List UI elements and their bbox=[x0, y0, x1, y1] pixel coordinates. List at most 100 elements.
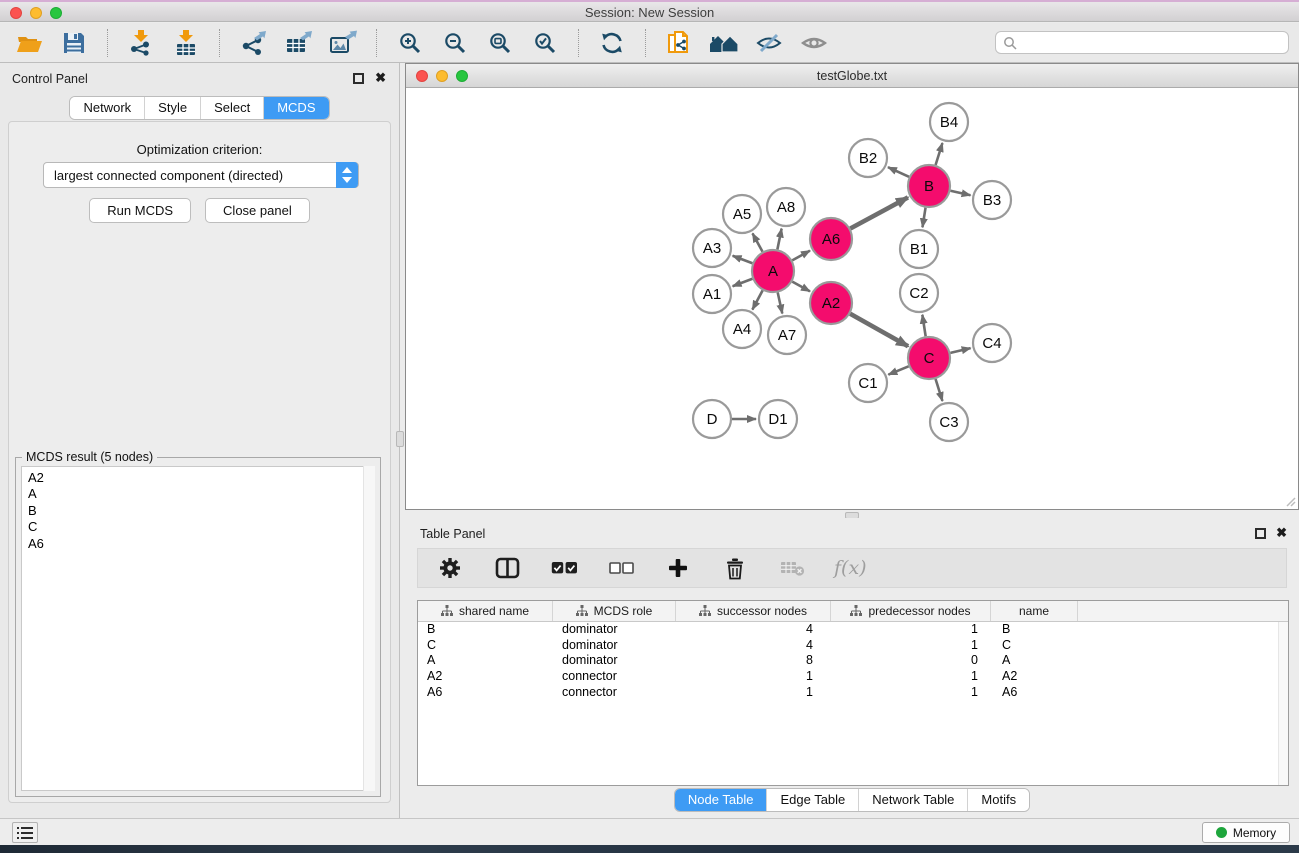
task-history-button[interactable] bbox=[12, 822, 38, 843]
float-panel-icon[interactable] bbox=[353, 73, 364, 84]
network-canvas[interactable]: B4B2BB3A8A5A6A3B1AA1C2A2A4A7C4CC1DD1C3 bbox=[407, 89, 1297, 508]
table-row[interactable]: Cdominator41C bbox=[418, 638, 1288, 654]
column-header-name[interactable]: name bbox=[991, 601, 1078, 621]
table-cell[interactable]: 4 bbox=[676, 622, 831, 638]
tab-mcds[interactable]: MCDS bbox=[263, 97, 328, 119]
table-cell[interactable]: A2 bbox=[991, 669, 1078, 685]
mcds-result-item[interactable]: C bbox=[22, 519, 374, 535]
import-table-icon[interactable] bbox=[171, 27, 201, 59]
graph-edge-A-A1[interactable] bbox=[733, 279, 753, 286]
column-header-predecessor-nodes[interactable]: predecessor nodes bbox=[831, 601, 991, 621]
table-cell[interactable]: connector bbox=[553, 685, 676, 701]
gear-icon[interactable] bbox=[435, 552, 465, 584]
table-scrollbar[interactable] bbox=[1278, 622, 1288, 785]
tab-node-table[interactable]: Node Table bbox=[675, 789, 767, 811]
mcds-result-item[interactable]: A bbox=[22, 486, 374, 502]
table-cell[interactable]: C bbox=[418, 638, 553, 654]
graph-edge-A-A8[interactable] bbox=[777, 229, 781, 250]
zoom-fit-icon[interactable] bbox=[485, 27, 515, 59]
graph-edge-B-B3[interactable] bbox=[950, 191, 970, 195]
table-cell[interactable]: B bbox=[991, 622, 1078, 638]
table-cell[interactable]: 8 bbox=[676, 653, 831, 669]
splitter-handle-vertical[interactable] bbox=[396, 431, 404, 447]
trash-icon[interactable] bbox=[720, 552, 750, 584]
table-cell[interactable]: 1 bbox=[831, 638, 991, 654]
graph-edge-C-C4[interactable] bbox=[950, 348, 970, 353]
zoom-selected-icon[interactable] bbox=[530, 27, 560, 59]
graph-edge-C-C1[interactable] bbox=[888, 366, 908, 374]
table-cell[interactable]: 1 bbox=[831, 622, 991, 638]
zoom-out-icon[interactable] bbox=[440, 27, 470, 59]
table-row[interactable]: Bdominator41B bbox=[418, 622, 1288, 638]
graph-edge-A-A7[interactable] bbox=[778, 292, 783, 313]
tab-select[interactable]: Select bbox=[200, 97, 263, 119]
close-panel-icon[interactable]: ✖ bbox=[375, 70, 386, 86]
table-cell[interactable]: dominator bbox=[553, 653, 676, 669]
select-all-checkboxes-icon[interactable] bbox=[549, 552, 579, 584]
open-session-from-file-icon[interactable] bbox=[664, 27, 694, 59]
run-mcds-button[interactable]: Run MCDS bbox=[89, 198, 191, 223]
float-table-panel-icon[interactable] bbox=[1255, 528, 1266, 539]
graph-edge-B-B2[interactable] bbox=[888, 167, 909, 177]
graph-edge-A-A2[interactable] bbox=[792, 282, 810, 292]
graph-edge-A2-C[interactable] bbox=[850, 314, 908, 346]
table-cell[interactable]: 1 bbox=[676, 685, 831, 701]
refresh-icon[interactable] bbox=[597, 27, 627, 59]
table-cell[interactable]: A6 bbox=[991, 685, 1078, 701]
graph-edge-A-A5[interactable] bbox=[753, 233, 763, 251]
graph-edge-B-B1[interactable] bbox=[922, 208, 925, 228]
table-cell[interactable]: A2 bbox=[418, 669, 553, 685]
optimization-criterion-select[interactable]: largest connected component (directed) bbox=[43, 162, 359, 188]
column-header-successor-nodes[interactable]: successor nodes bbox=[676, 601, 831, 621]
graph-edge-A-A3[interactable] bbox=[733, 256, 753, 263]
graph-edge-C-C3[interactable] bbox=[936, 379, 943, 401]
table-cell[interactable]: connector bbox=[553, 669, 676, 685]
tab-network-table[interactable]: Network Table bbox=[858, 789, 967, 811]
show-network-eye-icon[interactable] bbox=[799, 27, 829, 59]
table-cell[interactable]: 1 bbox=[831, 669, 991, 685]
table-row[interactable]: A6connector11A6 bbox=[418, 685, 1288, 701]
column-header-shared-name[interactable]: shared name bbox=[418, 601, 553, 621]
zoom-in-icon[interactable] bbox=[395, 27, 425, 59]
graph-edge-A6-B[interactable] bbox=[850, 197, 908, 228]
home-view-icon[interactable] bbox=[709, 27, 739, 59]
graph-edge-A-A6[interactable] bbox=[792, 251, 810, 261]
graph-edge-C-C2[interactable] bbox=[922, 315, 925, 337]
column-header-mcds-role[interactable]: MCDS role bbox=[553, 601, 676, 621]
tab-motifs[interactable]: Motifs bbox=[967, 789, 1029, 811]
column-selector-icon[interactable] bbox=[492, 552, 522, 584]
graph-edge-A-A4[interactable] bbox=[752, 290, 762, 309]
export-network-icon[interactable] bbox=[238, 27, 268, 59]
table-row[interactable]: Adominator80A bbox=[418, 653, 1288, 669]
delete-table-icon[interactable] bbox=[777, 552, 807, 584]
table-cell[interactable]: 1 bbox=[831, 685, 991, 701]
mcds-result-list[interactable]: A2ABCA6 bbox=[21, 466, 375, 791]
mcds-result-item[interactable]: A2 bbox=[22, 467, 374, 486]
hide-network-eye-icon[interactable] bbox=[754, 27, 784, 59]
add-row-plus-icon[interactable] bbox=[663, 552, 693, 584]
import-network-icon[interactable] bbox=[126, 27, 156, 59]
mcds-result-item[interactable]: B bbox=[22, 503, 374, 519]
search-input[interactable] bbox=[1017, 36, 1288, 50]
mcds-result-item[interactable]: A6 bbox=[22, 536, 374, 552]
close-panel-button[interactable]: Close panel bbox=[205, 198, 310, 223]
table-cell[interactable]: 1 bbox=[676, 669, 831, 685]
close-table-panel-icon[interactable]: ✖ bbox=[1276, 525, 1287, 541]
table-cell[interactable]: A6 bbox=[418, 685, 553, 701]
table-cell[interactable]: 4 bbox=[676, 638, 831, 654]
tab-edge-table[interactable]: Edge Table bbox=[766, 789, 858, 811]
tab-style[interactable]: Style bbox=[144, 97, 200, 119]
memory-button[interactable]: Memory bbox=[1202, 822, 1290, 843]
table-cell[interactable]: dominator bbox=[553, 622, 676, 638]
graph-edge-B-B4[interactable] bbox=[936, 143, 943, 165]
table-cell[interactable]: dominator bbox=[553, 638, 676, 654]
search-box[interactable] bbox=[995, 31, 1289, 54]
function-builder-button[interactable]: f(x) bbox=[834, 557, 867, 579]
network-window-titlebar[interactable]: testGlobe.txt bbox=[406, 64, 1298, 88]
resize-grip-icon[interactable] bbox=[1284, 495, 1296, 507]
save-session-icon[interactable] bbox=[59, 27, 89, 59]
table-cell[interactable]: C bbox=[991, 638, 1078, 654]
deselect-all-checkboxes-icon[interactable] bbox=[606, 552, 636, 584]
table-cell[interactable]: B bbox=[418, 622, 553, 638]
table-cell[interactable]: A bbox=[991, 653, 1078, 669]
